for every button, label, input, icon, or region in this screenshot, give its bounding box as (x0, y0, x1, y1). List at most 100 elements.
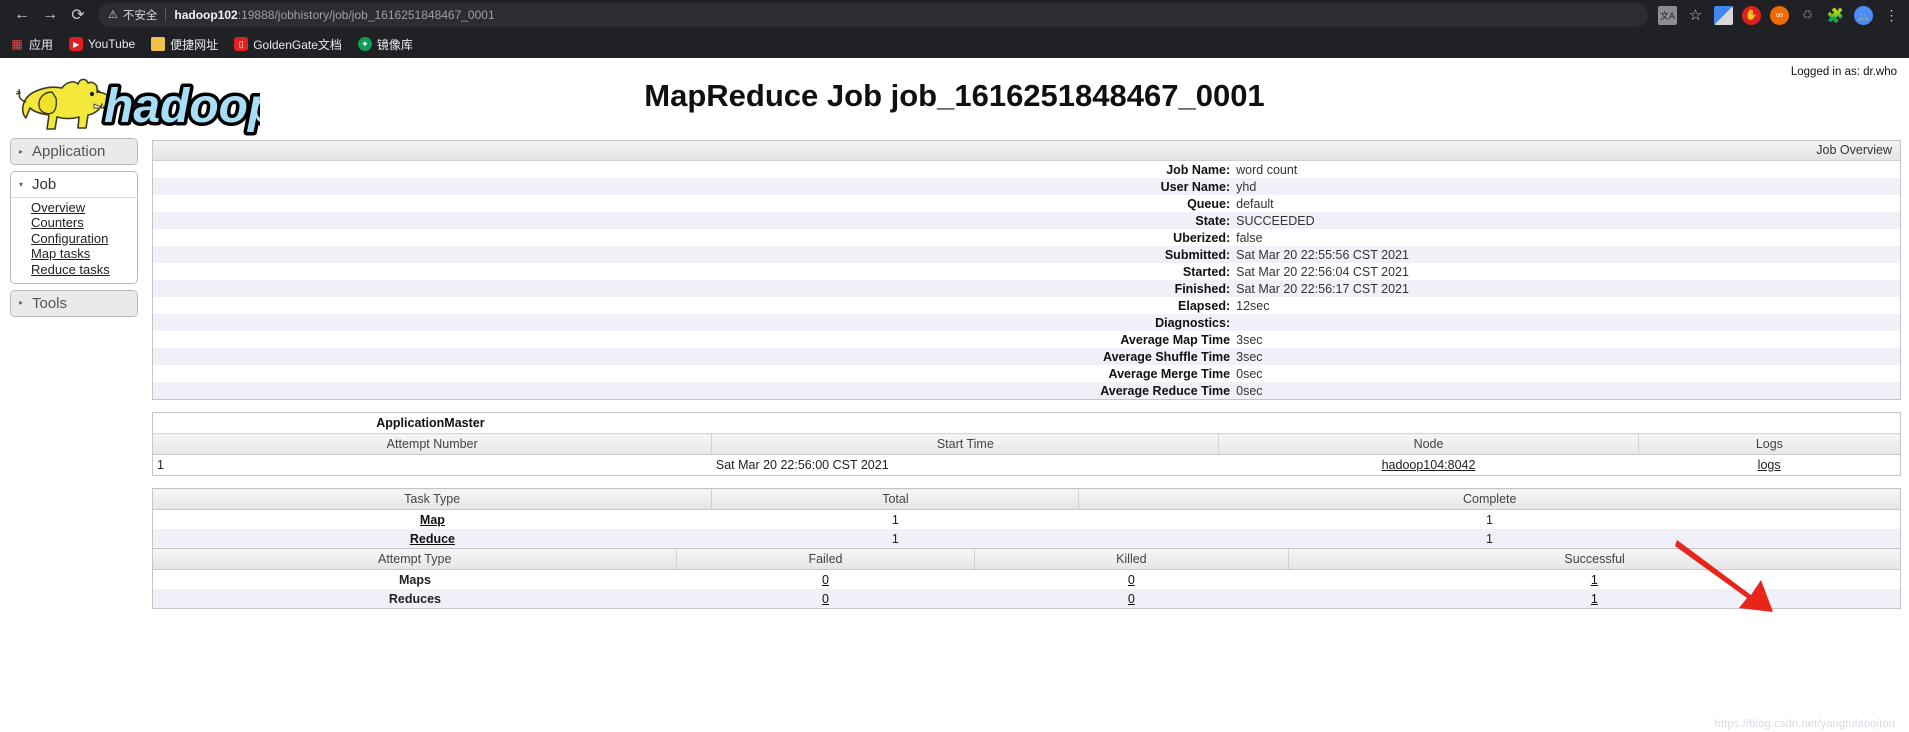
bookmarks-bar: ▦ 应用 ▶ YouTube 便捷网址 ▯ GoldenGate文档 ✦ 镜像库 (0, 30, 1909, 58)
am-cell-start-time: Sat Mar 20 22:56:00 CST 2021 (712, 455, 1219, 476)
am-header-attempt-number[interactable]: Attempt Number (153, 434, 712, 455)
url-host: hadoop102 (174, 8, 237, 22)
row-key: Average Map Time (153, 331, 1236, 348)
sidebar-item-counters[interactable]: Counters (31, 216, 137, 232)
table-row: Submitted:Sat Mar 20 22:55:56 CST 2021 (153, 246, 1900, 263)
extensions-puzzle-icon[interactable]: 🧩 (1826, 6, 1845, 25)
bookmark-youtube[interactable]: ▶ YouTube (69, 37, 135, 51)
sidebar-group-job: ▾ Job Overview Counters Configuration Ma… (10, 171, 138, 284)
bookmark-mirror[interactable]: ✦ 镜像库 (358, 36, 413, 53)
task-cell-type: Reduce (153, 529, 712, 549)
sidebar-group-job-header[interactable]: ▾ Job (11, 172, 137, 198)
table-row: Started:Sat Mar 20 22:56:04 CST 2021 (153, 263, 1900, 280)
page-title: MapReduce Job job_1616251848467_0001 (0, 78, 1909, 114)
table-row: State:SUCCEEDED (153, 212, 1900, 229)
node-link[interactable]: hadoop104:8042 (1382, 458, 1476, 472)
youtube-icon: ▶ (69, 37, 83, 51)
am-cell-logs: logs (1638, 455, 1900, 476)
row-value: Sat Mar 20 22:56:17 CST 2021 (1236, 280, 1900, 297)
forward-button[interactable]: → (36, 1, 64, 29)
attempt-cell-failed: 0 (677, 570, 974, 590)
reload-icon: ⟳ (71, 5, 84, 25)
translate-icon[interactable]: 文A (1658, 6, 1677, 25)
google-docs-icon[interactable] (1714, 6, 1733, 25)
infinity-extension-icon[interactable]: ∞ (1770, 6, 1789, 25)
table-row: Finished:Sat Mar 20 22:56:17 CST 2021 (153, 280, 1900, 297)
table-row: Reduce 1 1 (153, 529, 1901, 549)
table-row: Average Reduce Time0sec (153, 382, 1900, 399)
row-key: Average Reduce Time (153, 382, 1236, 399)
bookmark-goldengate-label: GoldenGate文档 (253, 36, 342, 53)
task-summary-table: Task Type Total Complete Map 1 1 Reduce … (152, 488, 1901, 549)
task-cell-complete: 1 (1079, 529, 1901, 549)
row-value: 3sec (1236, 348, 1900, 365)
bookmark-goldengate[interactable]: ▯ GoldenGate文档 (234, 36, 342, 53)
task-header-total[interactable]: Total (712, 489, 1079, 510)
back-arrow-icon: ← (14, 6, 30, 24)
reduces-failed-link[interactable]: 0 (822, 592, 829, 606)
attempt-header-killed[interactable]: Killed (974, 549, 1289, 570)
chevron-right-icon: ▸ (19, 299, 27, 307)
reduce-tasks-link[interactable]: Reduce (410, 532, 455, 546)
sidebar-group-job-label: Job (32, 176, 56, 193)
row-key: Average Shuffle Time (153, 348, 1236, 365)
logs-link[interactable]: logs (1758, 458, 1781, 472)
hadoop-logo[interactable]: hadoop hadoop (8, 68, 260, 140)
attempt-header-successful[interactable]: Successful (1289, 549, 1901, 570)
table-row: Reduces 0 0 1 (153, 589, 1901, 609)
task-header-complete[interactable]: Complete (1079, 489, 1901, 510)
maps-killed-link[interactable]: 0 (1128, 573, 1135, 587)
map-tasks-link[interactable]: Map (420, 513, 445, 527)
task-header-task-type[interactable]: Task Type (153, 489, 712, 510)
back-button[interactable]: ← (8, 1, 36, 29)
am-title-spacer-3 (1638, 413, 1900, 434)
attempt-header-failed[interactable]: Failed (677, 549, 974, 570)
row-key: State: (153, 212, 1236, 229)
attempt-header-attempt-type[interactable]: Attempt Type (153, 549, 677, 570)
row-key: User Name: (153, 178, 1236, 195)
row-value: 3sec (1236, 331, 1900, 348)
svg-text:hadoop: hadoop (104, 80, 260, 133)
maps-failed-link[interactable]: 0 (822, 573, 829, 587)
sidebar-group-tools: ▸ Tools (10, 290, 138, 317)
row-value: 12sec (1236, 297, 1900, 314)
row-value: default (1236, 195, 1900, 212)
bookmark-folder[interactable]: 便捷网址 (151, 36, 218, 53)
attempt-summary-table: Attempt Type Failed Killed Successful Ma… (152, 549, 1901, 609)
spacer (152, 400, 1901, 412)
table-row: Uberized:false (153, 229, 1900, 246)
forward-arrow-icon: → (42, 6, 58, 24)
row-key: Uberized: (153, 229, 1236, 246)
am-header-logs[interactable]: Logs (1638, 434, 1900, 455)
am-header-node[interactable]: Node (1219, 434, 1639, 455)
sidebar-item-overview[interactable]: Overview (31, 200, 137, 216)
attempt-cell-killed: 0 (974, 570, 1289, 590)
table-row: Average Merge Time0sec (153, 365, 1900, 382)
bookmark-youtube-label: YouTube (88, 37, 135, 51)
application-master-title: ApplicationMaster (153, 413, 712, 434)
sidebar-group-tools-header[interactable]: ▸ Tools (11, 291, 137, 316)
am-header-start-time[interactable]: Start Time (712, 434, 1219, 455)
address-bar[interactable]: ⚠ 不安全 hadoop102:19888/jobhistory/job/job… (98, 3, 1648, 27)
reduces-successful-link[interactable]: 1 (1591, 592, 1598, 606)
profile-avatar-icon[interactable]: 🚲 (1854, 6, 1873, 25)
sidebar-item-reduce-tasks[interactable]: Reduce tasks (31, 262, 137, 278)
recycle-icon[interactable]: ♻ (1798, 6, 1817, 25)
reduces-killed-link[interactable]: 0 (1128, 592, 1135, 606)
chrome-menu-icon[interactable]: ⋮ (1882, 6, 1901, 25)
bookmark-star-icon[interactable]: ☆ (1686, 6, 1705, 25)
adblock-hand-icon[interactable]: ✋ (1742, 6, 1761, 25)
sidebar-group-application-label: Application (32, 143, 105, 160)
row-value: yhd (1236, 178, 1900, 195)
task-cell-type: Map (153, 510, 712, 530)
sidebar-item-configuration[interactable]: Configuration (31, 231, 137, 247)
main-content: Job Overview Job Name:word count User Na… (152, 140, 1901, 609)
sidebar-job-links: Overview Counters Configuration Map task… (11, 198, 137, 283)
row-value: SUCCEEDED (1236, 212, 1900, 229)
sidebar-group-application-header[interactable]: ▸ Application (11, 139, 137, 164)
sidebar-item-map-tasks[interactable]: Map tasks (31, 247, 137, 263)
table-row: Queue:default (153, 195, 1900, 212)
reload-button[interactable]: ⟳ (64, 1, 92, 29)
maps-successful-link[interactable]: 1 (1591, 573, 1598, 587)
bookmark-apps[interactable]: ▦ 应用 (10, 36, 53, 53)
